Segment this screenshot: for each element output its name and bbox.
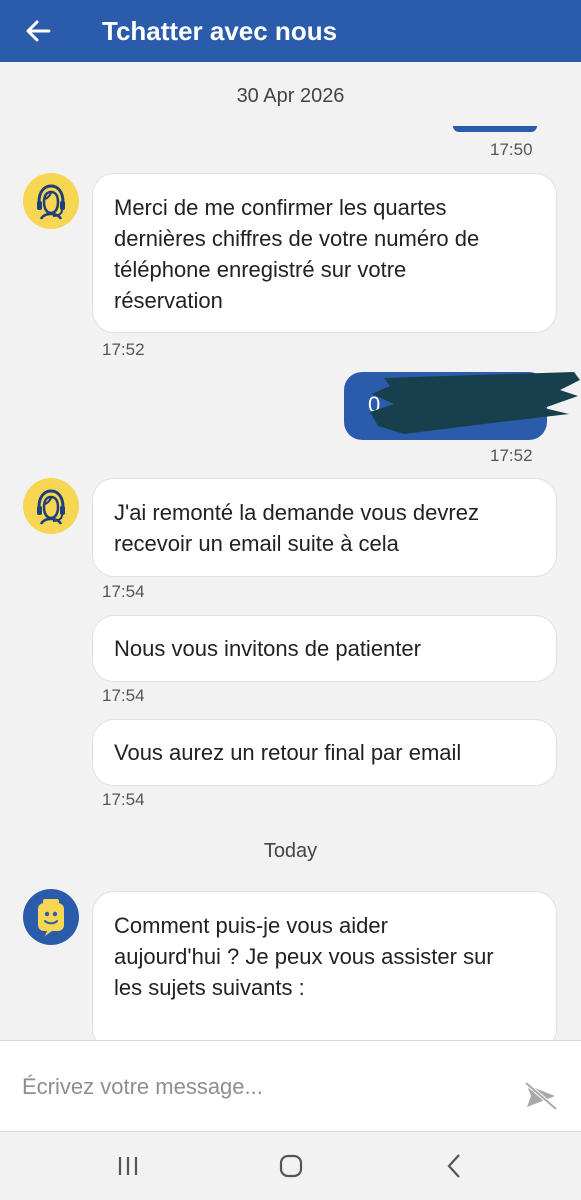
bot-avatar [23, 889, 79, 945]
agent-message-bubble[interactable]: Nous vous invitons de patienter [92, 615, 557, 682]
back-button[interactable] [8, 0, 68, 62]
send-button[interactable] [518, 1073, 564, 1119]
headset-agent-icon [37, 184, 65, 220]
bot-message-bubble[interactable]: Comment puis-je vous aider aujourd'hui ?… [92, 891, 557, 1040]
nav-back-button[interactable] [434, 1151, 474, 1181]
agent-avatar [23, 173, 79, 229]
message-text-line: téléphone enregistré sur votre [114, 257, 407, 282]
message-composer [0, 1040, 581, 1132]
message-text: Nous vous invitons de patienter [114, 636, 421, 661]
sent-message-bubble[interactable] [453, 126, 537, 132]
headset-agent-icon [37, 489, 65, 525]
message-text-line: Merci de me confirmer les quartes [114, 195, 447, 220]
message-text: Vous aurez un retour final par email [114, 740, 462, 765]
home-button[interactable] [271, 1151, 311, 1181]
agent-message-bubble[interactable]: J'ai remonté la demande vous devrez rece… [92, 478, 557, 577]
home-icon [279, 1154, 303, 1178]
agent-message-bubble[interactable]: Merci de me confirmer les quartes derniè… [92, 173, 557, 333]
message-time: 17:52 [490, 446, 533, 465]
message-text-line: aujourd'hui ? Je peux vous assister sur [114, 944, 494, 969]
message-time: 17:54 [102, 686, 145, 705]
message-text-line: réservation [114, 288, 223, 313]
arrow-left-icon [26, 20, 51, 42]
recents-button[interactable] [108, 1151, 148, 1181]
chat-area[interactable]: 30 Apr 2026 17:50 Merci de me confirmer … [0, 62, 581, 1040]
message-time: 17:54 [102, 790, 145, 809]
send-disabled-icon [524, 1081, 558, 1111]
recents-icon [118, 1157, 138, 1175]
message-time: 17:52 [102, 340, 145, 359]
nav-back-icon [447, 1154, 460, 1178]
message-input[interactable] [22, 1067, 492, 1107]
message-time: 17:50 [490, 140, 533, 159]
message-time: 17:54 [102, 582, 145, 601]
agent-message-bubble[interactable]: Vous aurez un retour final par email [92, 719, 557, 786]
app-header: Tchatter avec nous [0, 0, 581, 62]
message-text-line: J'ai remonté la demande vous devrez [114, 500, 479, 525]
system-nav-bar [0, 1133, 581, 1200]
message-text-line: recevoir un email suite à cela [114, 531, 399, 556]
agent-avatar [23, 478, 79, 534]
page-title: Tchatter avec nous [102, 15, 338, 46]
redaction-scribble [370, 372, 580, 434]
message-text-line: Comment puis-je vous aider [114, 913, 388, 938]
message-text-line: les sujets suivants : [114, 975, 305, 1000]
message-text-line: dernières chiffres de votre numéro de [114, 226, 480, 251]
date-separator: 30 Apr 2026 [236, 85, 345, 107]
chatbot-icon [38, 899, 64, 936]
date-separator: Today [263, 840, 318, 862]
